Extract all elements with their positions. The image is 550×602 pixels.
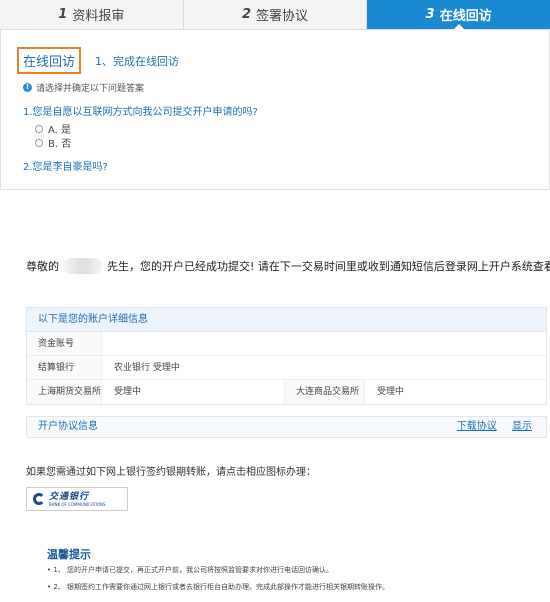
bocom-logo-icon xyxy=(33,493,45,505)
step-2-label: 签署协议 xyxy=(256,9,309,24)
tips-title: 温馨提示 xyxy=(47,548,91,561)
table-row: 资金账号 xyxy=(27,332,546,356)
dce-label: 大连商品交易所 xyxy=(285,380,365,404)
agreement-links: 下载协议 显示 xyxy=(445,417,532,437)
radio-no[interactable] xyxy=(35,138,43,147)
show-agreement-link[interactable]: 显示 xyxy=(512,421,532,432)
survey-hint-text: 请选择并确定以下问题答案 xyxy=(36,84,145,94)
account-details-table: 以下是您的账户详细信息 资金账号 结算银行 农业银行 受理中 上海期货交易所 受… xyxy=(26,307,547,405)
step-1: 1 资料报审 xyxy=(0,0,184,29)
radio-yes[interactable] xyxy=(35,124,43,133)
tab-online-survey[interactable]: 在线回访 xyxy=(17,47,82,74)
option-yes-label: A. 是 xyxy=(48,125,72,136)
account-details-title: 以下是您的账户详细信息 xyxy=(27,308,546,332)
option-no[interactable]: B. 否 xyxy=(35,135,71,150)
settle-bank-value: 农业银行 受理中 xyxy=(114,363,180,373)
agreement-title: 开户协议信息 xyxy=(38,421,98,432)
step-3-label: 在线回访 xyxy=(439,9,492,24)
complete-survey-link[interactable]: 1、完成在线回访 xyxy=(95,53,179,69)
survey-hint: ! 请选择并确定以下问题答案 xyxy=(23,81,144,94)
step-progress-bar: 1 资料报审 2 签署协议 3 在线回访 xyxy=(0,0,550,30)
dce-value: 受理中 xyxy=(377,387,405,397)
blurred-customer-name xyxy=(63,258,103,274)
step-2: 2 签署协议 xyxy=(183,0,368,29)
greeting-suffix: 先生，您的开户已经成功提交! 请在下一交易时间里或收到通知短信后登录网上开户系统… xyxy=(107,260,550,273)
bocom-name-cn: 交通银行 xyxy=(49,491,90,502)
success-message: 尊敬的 先生，您的开户已经成功提交! 请在下一交易时间里或收到通知短信后登录网上… xyxy=(26,258,550,274)
tip-item: • 2、 银期签约工作需要你通过网上银行或者去银行柜台自助办理。完成此部操作才能… xyxy=(47,583,390,591)
greeting-prefix: 尊敬的 xyxy=(26,260,59,273)
bocom-bank-button[interactable]: 交通银行 BANK OF COMMUNICATIONS xyxy=(26,487,128,511)
bocom-logo-text: 交通银行 BANK OF COMMUNICATIONS xyxy=(49,492,106,507)
bank-signing-hint: 如果您需通过如下网上银行签约银期转账，请点击相应图标办理： xyxy=(26,467,316,478)
question-1: 1.您是自愿以互联网方式向我公司提交开户申请的吗? xyxy=(23,107,258,118)
step-3-number: 3 xyxy=(425,7,435,22)
survey-header: 在线回访 1、完成在线回访 xyxy=(17,47,179,74)
option-no-label: B. 否 xyxy=(48,139,72,150)
step-1-number: 1 xyxy=(58,7,68,22)
table-row: 上海期货交易所 受理中 大连商品交易所 受理中 xyxy=(27,380,546,404)
info-icon: ! xyxy=(23,83,32,92)
fund-account-value xyxy=(102,332,114,355)
step-2-number: 2 xyxy=(241,7,252,22)
survey-panel: 在线回访 1、完成在线回访 ! 请选择并确定以下问题答案 1.您是自愿以互联网方… xyxy=(0,30,550,190)
shfe-value: 受理中 xyxy=(102,380,285,404)
tip-item: • 1、 您的开户申请已提交，再正式开户前，我公司将按照监管要求对你进行电话回访… xyxy=(47,566,334,574)
step-3-active: 3 在线回访 xyxy=(367,0,550,30)
step-1-label: 资料报审 xyxy=(72,9,125,24)
download-agreement-link[interactable]: 下载协议 xyxy=(457,421,497,432)
agreement-info-bar: 开户协议信息 下载协议 显示 xyxy=(26,416,547,438)
table-row: 结算银行 农业银行 受理中 xyxy=(27,356,546,380)
shfe-label: 上海期货交易所 xyxy=(27,380,102,404)
bocom-name-en: BANK OF COMMUNICATIONS xyxy=(49,501,106,507)
fund-account-label: 资金账号 xyxy=(27,332,102,355)
option-yes[interactable]: A. 是 xyxy=(35,121,71,136)
question-2: 2.您是李自豪是吗? xyxy=(23,162,108,173)
settle-bank-label: 结算银行 xyxy=(27,356,102,379)
